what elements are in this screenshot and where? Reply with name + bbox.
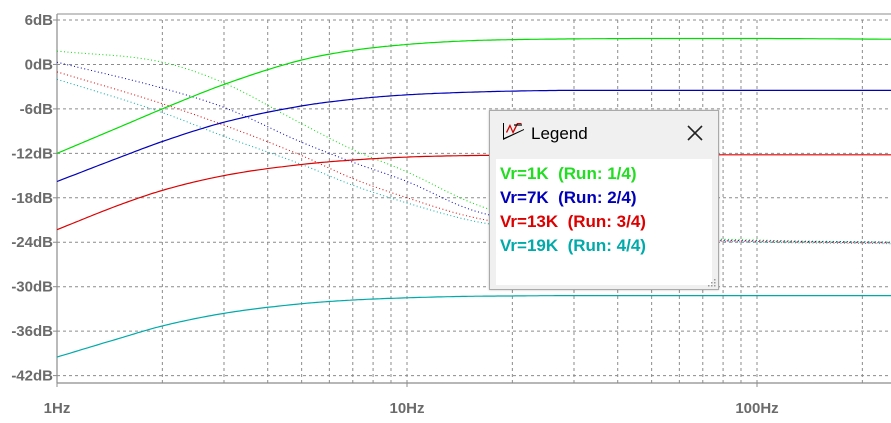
close-icon[interactable] — [684, 122, 706, 144]
series-2-magnitude-line — [56, 89, 891, 183]
x-tick-label: 1Hz — [44, 400, 71, 417]
legend-entry-run-2: Vr=7K (Run: 2/4) — [500, 188, 637, 207]
y-tick-label: -42dB — [11, 368, 53, 385]
y-tick-label: 6dB — [25, 12, 54, 29]
bode-plot[interactable]: 6dB 0dB -6dB -12dB -18dB -24dB -30dB -36dB -42dB… — [0, 0, 891, 423]
y-tick-label: -6dB — [20, 101, 54, 118]
series-4-magnitude-line — [56, 295, 891, 358]
series-2-phase-dotted — [56, 61, 891, 243]
x-tick-label: 100Hz — [735, 400, 778, 417]
y-tick-label: -12dB — [11, 145, 53, 162]
x-tick-label: 10Hz — [389, 400, 424, 417]
y-tick-label: 0dB — [25, 56, 54, 73]
legend-title: Legend — [531, 124, 588, 143]
legend-list: Vr=1K (Run: 1/4) Vr=7K (Run: 2/4) Vr=13K… — [496, 159, 712, 285]
legend-entry-run-3: Vr=13K (Run: 3/4) — [500, 212, 646, 231]
y-tick-label: -24dB — [11, 234, 53, 251]
y-tick-label: -18dB — [11, 190, 53, 207]
ltspice-logo-icon — [503, 123, 524, 140]
legend-entry-run-4: Vr=19K (Run: 4/4) — [500, 236, 646, 255]
y-tick-label: -36dB — [11, 323, 53, 340]
plot-grid — [57, 19, 891, 383]
resize-grip-icon[interactable] — [706, 277, 716, 287]
series-1-magnitude-line — [56, 37, 891, 154]
y-tick-label: -30dB — [11, 279, 53, 296]
legend-titlebar[interactable]: Legend — [490, 111, 718, 155]
series-3-magnitude-line — [56, 154, 891, 231]
series-1-phase-dotted — [56, 50, 891, 243]
legend-window[interactable]: Legend Vr=1K (Run: 1/4) Vr=7K (Run: 2/4)… — [489, 110, 719, 290]
series-4-phase-dotted — [56, 78, 891, 245]
series-3-phase-dotted — [56, 71, 891, 244]
legend-entry-run-1: Vr=1K (Run: 1/4) — [500, 164, 637, 183]
